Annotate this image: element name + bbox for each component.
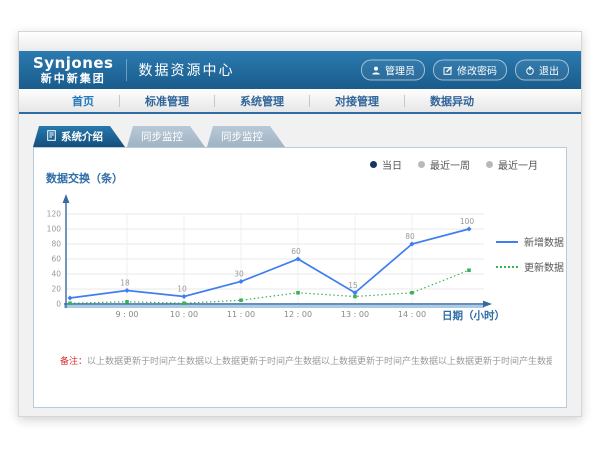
change-password-button[interactable]: 修改密码 [433, 60, 507, 81]
svg-text:18: 18 [120, 279, 130, 288]
chart-legend: 新增数据 更新数据 [496, 234, 564, 284]
user-button-label: 管理员 [385, 63, 415, 78]
svg-text:12 : 00: 12 : 00 [284, 310, 312, 319]
range-option-last-month[interactable]: 最近一月 [486, 157, 538, 172]
radio-dot-icon [418, 161, 425, 168]
content-area: 系统介绍 同步监控 同步监控 当日 最近一周 [19, 114, 581, 416]
svg-text:10: 10 [177, 285, 187, 294]
line-chart: 0 20 40 60 80 100 120 9 : 00 10 : 00 11 : 00 12 : … [40, 186, 510, 326]
svg-text:60: 60 [291, 247, 301, 256]
tab-label: 同步监控 [141, 129, 183, 144]
change-password-button-label: 修改密码 [457, 63, 497, 78]
page-frame: Synjones 新中新集团 数据资源中心 管理员 修改密码 [18, 31, 582, 417]
svg-text:15: 15 [348, 281, 358, 290]
svg-text:10 : 00: 10 : 00 [170, 310, 198, 319]
logo-subtext: 新中新集团 [33, 73, 114, 84]
x-axis-title: 日期（小时） [442, 308, 505, 323]
logo-text: Synjones [33, 56, 114, 71]
radio-dot-icon [370, 161, 377, 168]
svg-text:80: 80 [51, 240, 61, 249]
svg-text:100: 100 [460, 217, 475, 226]
svg-text:20: 20 [51, 285, 61, 294]
page-title: 数据资源中心 [139, 60, 235, 80]
svg-text:30: 30 [234, 270, 244, 279]
y-axis-title: 数据交换（条） [46, 170, 123, 186]
svg-text:14 : 00: 14 : 00 [398, 310, 426, 319]
tab-sync-monitor-1[interactable]: 同步监控 [127, 126, 205, 147]
range-option-label: 最近一月 [498, 157, 538, 172]
logout-button-label: 退出 [539, 63, 559, 78]
main-nav: 首页 标准管理 系统管理 对接管理 数据异动 [19, 89, 581, 114]
edit-icon [443, 65, 453, 75]
tab-bar: 系统介绍 同步监控 同步监控 [33, 126, 287, 147]
range-option-label: 当日 [382, 157, 402, 172]
svg-text:40: 40 [51, 270, 61, 279]
nav-item-data-change[interactable]: 数据异动 [405, 93, 499, 109]
legend-label: 更新数据 [524, 259, 564, 274]
tab-system-intro[interactable]: 系统介绍 [33, 126, 125, 147]
nav-item-system[interactable]: 系统管理 [215, 93, 309, 109]
document-icon [47, 130, 56, 144]
svg-text:120: 120 [47, 210, 62, 219]
svg-text:80: 80 [405, 232, 415, 241]
legend-line-sample [496, 241, 518, 243]
user-button[interactable]: 管理员 [361, 60, 425, 81]
svg-text:0: 0 [56, 300, 61, 309]
legend-item-updated-data[interactable]: 更新数据 [496, 259, 564, 274]
app-header: Synjones 新中新集团 数据资源中心 管理员 修改密码 [19, 51, 581, 89]
nav-item-home[interactable]: 首页 [47, 93, 119, 109]
range-option-label: 最近一周 [430, 157, 470, 172]
logout-button[interactable]: 退出 [515, 60, 569, 81]
header-actions: 管理员 修改密码 退出 [361, 60, 569, 81]
user-icon [371, 65, 381, 75]
nav-item-standards[interactable]: 标准管理 [120, 93, 214, 109]
footnote-text: 以上数据更新于时间产生数据以上数据更新于时间产生数据以上数据更新于时间产生数据以… [87, 357, 552, 367]
nav-item-integration[interactable]: 对接管理 [310, 93, 404, 109]
tab-label: 系统介绍 [61, 129, 103, 144]
header-divider [126, 59, 127, 81]
footnote-prefix: 备注： [60, 357, 87, 367]
legend-line-sample [496, 266, 518, 268]
radio-dot-icon [486, 161, 493, 168]
svg-text:60: 60 [51, 255, 61, 264]
svg-text:9 : 00: 9 : 00 [115, 310, 138, 319]
svg-text:11 : 00: 11 : 00 [227, 310, 255, 319]
tab-sync-monitor-2[interactable]: 同步监控 [207, 126, 285, 147]
logo[interactable]: Synjones 新中新集团 [33, 56, 114, 84]
power-icon [525, 65, 535, 75]
svg-text:100: 100 [47, 225, 62, 234]
svg-text:13 : 00: 13 : 00 [341, 310, 369, 319]
legend-item-new-data[interactable]: 新增数据 [496, 234, 564, 249]
top-strip [19, 32, 581, 51]
range-filter: 当日 最近一周 最近一月 [370, 157, 538, 172]
tab-label: 同步监控 [221, 129, 263, 144]
footnote: 备注：以上数据更新于时间产生数据以上数据更新于时间产生数据以上数据更新于时间产生… [60, 354, 552, 367]
range-option-today[interactable]: 当日 [370, 157, 402, 172]
range-option-last-week[interactable]: 最近一周 [418, 157, 470, 172]
legend-label: 新增数据 [524, 234, 564, 249]
chart-panel: 当日 最近一周 最近一月 数据交换（条） 0 20 40 60 80 100 120 9 : … [33, 147, 567, 408]
